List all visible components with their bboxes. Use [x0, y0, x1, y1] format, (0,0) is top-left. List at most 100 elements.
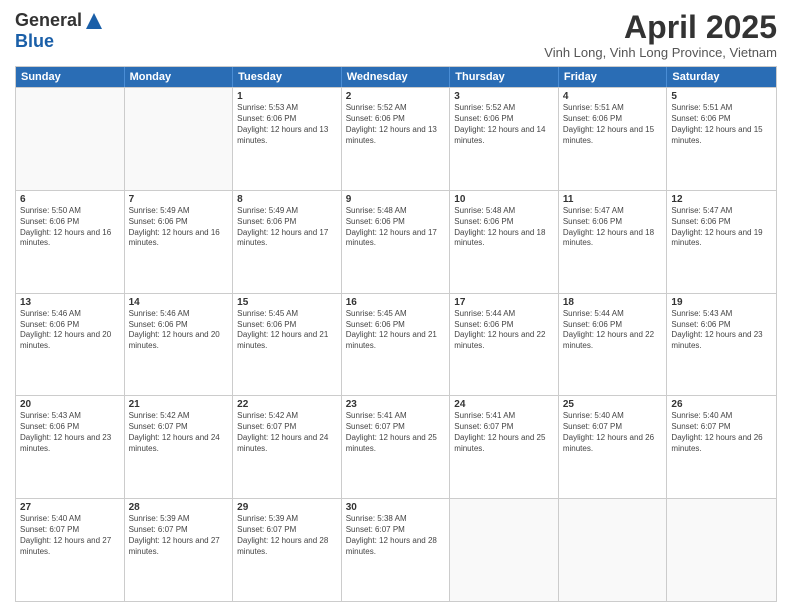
- day-number: 21: [129, 399, 229, 410]
- day-info: Sunrise: 5:44 AM Sunset: 6:06 PM Dayligh…: [454, 309, 554, 352]
- calendar-cell: 13Sunrise: 5:46 AM Sunset: 6:06 PM Dayli…: [16, 294, 125, 396]
- month-title: April 2025: [544, 10, 777, 45]
- day-number: 24: [454, 399, 554, 410]
- day-info: Sunrise: 5:42 AM Sunset: 6:07 PM Dayligh…: [129, 411, 229, 454]
- calendar-cell: 11Sunrise: 5:47 AM Sunset: 6:06 PM Dayli…: [559, 191, 668, 293]
- day-info: Sunrise: 5:51 AM Sunset: 6:06 PM Dayligh…: [563, 103, 663, 146]
- calendar-cell: 25Sunrise: 5:40 AM Sunset: 6:07 PM Dayli…: [559, 396, 668, 498]
- day-number: 4: [563, 91, 663, 102]
- header-day-saturday: Saturday: [667, 67, 776, 87]
- day-number: 3: [454, 91, 554, 102]
- calendar-week-3: 13Sunrise: 5:46 AM Sunset: 6:06 PM Dayli…: [16, 293, 776, 396]
- calendar-week-4: 20Sunrise: 5:43 AM Sunset: 6:06 PM Dayli…: [16, 395, 776, 498]
- day-number: 10: [454, 194, 554, 205]
- calendar-cell: 2Sunrise: 5:52 AM Sunset: 6:06 PM Daylig…: [342, 88, 451, 190]
- day-info: Sunrise: 5:43 AM Sunset: 6:06 PM Dayligh…: [671, 309, 772, 352]
- calendar-cell: [559, 499, 668, 601]
- calendar-cell: 24Sunrise: 5:41 AM Sunset: 6:07 PM Dayli…: [450, 396, 559, 498]
- calendar-cell: 17Sunrise: 5:44 AM Sunset: 6:06 PM Dayli…: [450, 294, 559, 396]
- header-day-tuesday: Tuesday: [233, 67, 342, 87]
- header: General Blue April 2025 Vinh Long, Vinh …: [15, 10, 777, 60]
- day-info: Sunrise: 5:43 AM Sunset: 6:06 PM Dayligh…: [20, 411, 120, 454]
- day-info: Sunrise: 5:47 AM Sunset: 6:06 PM Dayligh…: [671, 206, 772, 249]
- logo: General Blue: [15, 10, 104, 52]
- day-info: Sunrise: 5:45 AM Sunset: 6:06 PM Dayligh…: [237, 309, 337, 352]
- calendar-week-2: 6Sunrise: 5:50 AM Sunset: 6:06 PM Daylig…: [16, 190, 776, 293]
- header-day-monday: Monday: [125, 67, 234, 87]
- calendar-cell: 18Sunrise: 5:44 AM Sunset: 6:06 PM Dayli…: [559, 294, 668, 396]
- day-number: 5: [671, 91, 772, 102]
- header-day-thursday: Thursday: [450, 67, 559, 87]
- calendar-cell: 20Sunrise: 5:43 AM Sunset: 6:06 PM Dayli…: [16, 396, 125, 498]
- logo-general-text: General: [15, 10, 82, 31]
- header-day-wednesday: Wednesday: [342, 67, 451, 87]
- calendar-cell: [125, 88, 234, 190]
- day-number: 2: [346, 91, 446, 102]
- day-number: 29: [237, 502, 337, 513]
- day-info: Sunrise: 5:40 AM Sunset: 6:07 PM Dayligh…: [563, 411, 663, 454]
- day-number: 9: [346, 194, 446, 205]
- day-number: 18: [563, 297, 663, 308]
- calendar-cell: 23Sunrise: 5:41 AM Sunset: 6:07 PM Dayli…: [342, 396, 451, 498]
- calendar-cell: [667, 499, 776, 601]
- day-info: Sunrise: 5:42 AM Sunset: 6:07 PM Dayligh…: [237, 411, 337, 454]
- day-number: 20: [20, 399, 120, 410]
- calendar-week-1: 1Sunrise: 5:53 AM Sunset: 6:06 PM Daylig…: [16, 87, 776, 190]
- title-area: April 2025 Vinh Long, Vinh Long Province…: [544, 10, 777, 60]
- day-number: 19: [671, 297, 772, 308]
- calendar-cell: 14Sunrise: 5:46 AM Sunset: 6:06 PM Dayli…: [125, 294, 234, 396]
- calendar-cell: 6Sunrise: 5:50 AM Sunset: 6:06 PM Daylig…: [16, 191, 125, 293]
- day-number: 7: [129, 194, 229, 205]
- calendar-cell: 8Sunrise: 5:49 AM Sunset: 6:06 PM Daylig…: [233, 191, 342, 293]
- calendar-cell: [450, 499, 559, 601]
- calendar-cell: 7Sunrise: 5:49 AM Sunset: 6:06 PM Daylig…: [125, 191, 234, 293]
- day-info: Sunrise: 5:52 AM Sunset: 6:06 PM Dayligh…: [454, 103, 554, 146]
- calendar: SundayMondayTuesdayWednesdayThursdayFrid…: [15, 66, 777, 602]
- day-info: Sunrise: 5:38 AM Sunset: 6:07 PM Dayligh…: [346, 514, 446, 557]
- calendar-cell: 9Sunrise: 5:48 AM Sunset: 6:06 PM Daylig…: [342, 191, 451, 293]
- calendar-cell: 10Sunrise: 5:48 AM Sunset: 6:06 PM Dayli…: [450, 191, 559, 293]
- day-info: Sunrise: 5:44 AM Sunset: 6:06 PM Dayligh…: [563, 309, 663, 352]
- logo-blue-text: Blue: [15, 31, 54, 52]
- day-info: Sunrise: 5:41 AM Sunset: 6:07 PM Dayligh…: [346, 411, 446, 454]
- day-number: 8: [237, 194, 337, 205]
- calendar-cell: 26Sunrise: 5:40 AM Sunset: 6:07 PM Dayli…: [667, 396, 776, 498]
- day-info: Sunrise: 5:48 AM Sunset: 6:06 PM Dayligh…: [346, 206, 446, 249]
- day-info: Sunrise: 5:48 AM Sunset: 6:06 PM Dayligh…: [454, 206, 554, 249]
- header-day-friday: Friday: [559, 67, 668, 87]
- header-day-sunday: Sunday: [16, 67, 125, 87]
- day-number: 28: [129, 502, 229, 513]
- calendar-cell: 4Sunrise: 5:51 AM Sunset: 6:06 PM Daylig…: [559, 88, 668, 190]
- day-number: 25: [563, 399, 663, 410]
- day-info: Sunrise: 5:46 AM Sunset: 6:06 PM Dayligh…: [20, 309, 120, 352]
- calendar-cell: 3Sunrise: 5:52 AM Sunset: 6:06 PM Daylig…: [450, 88, 559, 190]
- day-info: Sunrise: 5:40 AM Sunset: 6:07 PM Dayligh…: [20, 514, 120, 557]
- calendar-cell: 22Sunrise: 5:42 AM Sunset: 6:07 PM Dayli…: [233, 396, 342, 498]
- calendar-body: 1Sunrise: 5:53 AM Sunset: 6:06 PM Daylig…: [16, 87, 776, 601]
- calendar-cell: 29Sunrise: 5:39 AM Sunset: 6:07 PM Dayli…: [233, 499, 342, 601]
- day-number: 22: [237, 399, 337, 410]
- day-number: 11: [563, 194, 663, 205]
- day-info: Sunrise: 5:51 AM Sunset: 6:06 PM Dayligh…: [671, 103, 772, 146]
- day-info: Sunrise: 5:39 AM Sunset: 6:07 PM Dayligh…: [237, 514, 337, 557]
- day-number: 14: [129, 297, 229, 308]
- day-number: 30: [346, 502, 446, 513]
- day-info: Sunrise: 5:45 AM Sunset: 6:06 PM Dayligh…: [346, 309, 446, 352]
- day-number: 1: [237, 91, 337, 102]
- calendar-cell: 19Sunrise: 5:43 AM Sunset: 6:06 PM Dayli…: [667, 294, 776, 396]
- calendar-cell: 12Sunrise: 5:47 AM Sunset: 6:06 PM Dayli…: [667, 191, 776, 293]
- day-number: 6: [20, 194, 120, 205]
- subtitle: Vinh Long, Vinh Long Province, Vietnam: [544, 45, 777, 60]
- day-info: Sunrise: 5:49 AM Sunset: 6:06 PM Dayligh…: [237, 206, 337, 249]
- day-info: Sunrise: 5:47 AM Sunset: 6:06 PM Dayligh…: [563, 206, 663, 249]
- day-info: Sunrise: 5:46 AM Sunset: 6:06 PM Dayligh…: [129, 309, 229, 352]
- day-number: 16: [346, 297, 446, 308]
- day-info: Sunrise: 5:41 AM Sunset: 6:07 PM Dayligh…: [454, 411, 554, 454]
- day-number: 26: [671, 399, 772, 410]
- day-number: 13: [20, 297, 120, 308]
- calendar-cell: 27Sunrise: 5:40 AM Sunset: 6:07 PM Dayli…: [16, 499, 125, 601]
- day-info: Sunrise: 5:40 AM Sunset: 6:07 PM Dayligh…: [671, 411, 772, 454]
- day-number: 23: [346, 399, 446, 410]
- day-info: Sunrise: 5:52 AM Sunset: 6:06 PM Dayligh…: [346, 103, 446, 146]
- calendar-cell: 28Sunrise: 5:39 AM Sunset: 6:07 PM Dayli…: [125, 499, 234, 601]
